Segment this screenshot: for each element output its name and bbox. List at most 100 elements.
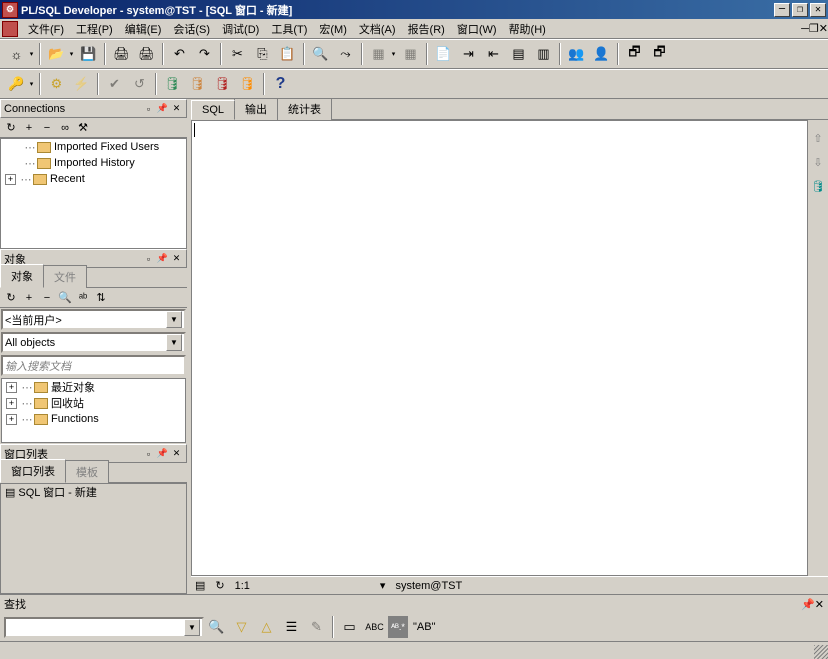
tab-output[interactable]: 输出 bbox=[234, 99, 278, 120]
find-input[interactable]: ▼ bbox=[4, 617, 204, 638]
find-clear-icon[interactable]: ✎ bbox=[305, 616, 328, 638]
find-text-icon[interactable]: ▭ bbox=[338, 616, 361, 638]
exec2-icon[interactable]: ▦ bbox=[399, 43, 422, 65]
tab-template[interactable]: 模板 bbox=[65, 460, 109, 483]
mdi-close[interactable]: ✕ bbox=[819, 22, 828, 35]
tab-file[interactable]: 文件 bbox=[43, 265, 87, 288]
obj-refresh-icon[interactable]: ↻ bbox=[2, 290, 20, 306]
gear-icon[interactable]: ⚙ bbox=[45, 73, 68, 95]
panel-pin-icon[interactable]: 📌 bbox=[156, 102, 169, 115]
key-icon[interactable]: 🔑 bbox=[5, 73, 28, 95]
menu-window[interactable]: 窗口(W) bbox=[451, 19, 503, 39]
sql-editor[interactable] bbox=[191, 120, 808, 576]
close-button[interactable]: ✕ bbox=[810, 3, 826, 17]
comment-icon[interactable]: ▤ bbox=[507, 43, 530, 65]
menu-debug[interactable]: 调试(D) bbox=[216, 19, 265, 39]
minimize-button[interactable]: ─ bbox=[774, 3, 790, 17]
connections-tree[interactable]: Imported Fixed Users Imported History +R… bbox=[0, 138, 187, 249]
session-icon[interactable]: 👥 bbox=[565, 43, 588, 65]
db-red-icon[interactable]: 🛢 bbox=[211, 73, 234, 95]
mdi-restore[interactable]: ❐ bbox=[809, 22, 819, 35]
menu-file[interactable]: 文件(F) bbox=[22, 19, 70, 39]
db-green-icon[interactable]: 🛢 bbox=[161, 73, 184, 95]
db-orange-icon[interactable]: 🛢 bbox=[236, 73, 259, 95]
new-dropdown[interactable]: ▾ bbox=[27, 43, 36, 65]
panel-close-icon[interactable]: ✕ bbox=[170, 447, 183, 460]
window-copy-icon[interactable]: 🗗 bbox=[623, 43, 646, 65]
nav-down-icon[interactable]: ⇩ bbox=[810, 154, 826, 170]
find-all-icon[interactable]: ☰ bbox=[280, 616, 303, 638]
status-refresh-icon[interactable]: ↻ bbox=[215, 579, 224, 592]
print-icon[interactable]: 🖨 bbox=[110, 43, 133, 65]
windowlist-tree[interactable]: ▤SQL 窗口 - 新建 bbox=[0, 483, 187, 594]
exec-block-icon[interactable]: ▦ bbox=[367, 43, 390, 65]
outdent-icon[interactable]: ⇤ bbox=[482, 43, 505, 65]
break-icon[interactable]: ⚡ bbox=[70, 73, 93, 95]
obj-filter-icon[interactable]: ᵃᵇ bbox=[74, 290, 92, 306]
panel-pin-icon[interactable]: 📌 bbox=[156, 447, 169, 460]
conn-remove-icon[interactable]: − bbox=[38, 120, 56, 136]
open-dropdown[interactable]: ▾ bbox=[67, 43, 76, 65]
obj-add-icon[interactable]: + bbox=[20, 290, 38, 306]
user-combo[interactable]: <当前用户>▼ bbox=[1, 309, 186, 330]
resize-grip[interactable] bbox=[814, 645, 828, 659]
find-regex-icon[interactable]: ᴬᴮ.* bbox=[388, 616, 408, 638]
conn-link-icon[interactable]: ∞ bbox=[56, 120, 74, 136]
tab-sql[interactable]: SQL bbox=[191, 100, 235, 120]
copy-icon[interactable]: ⎘ bbox=[251, 43, 274, 65]
restore-button[interactable]: ❐ bbox=[792, 3, 808, 17]
tree-item[interactable]: +回收站 bbox=[2, 395, 185, 411]
paste-icon[interactable]: 📋 bbox=[276, 43, 299, 65]
new-icon[interactable]: ☼ bbox=[5, 43, 28, 65]
find-next-icon[interactable]: 🔍 bbox=[205, 616, 228, 638]
app-config-icon[interactable]: 👤 bbox=[590, 43, 613, 65]
redo-icon[interactable]: ↷ bbox=[193, 43, 216, 65]
obj-find-icon[interactable]: 🔍 bbox=[56, 290, 74, 306]
menu-doc[interactable]: 文档(A) bbox=[353, 19, 402, 39]
tab-windowlist[interactable]: 窗口列表 bbox=[0, 459, 66, 483]
find-up-icon[interactable]: △ bbox=[255, 616, 278, 638]
panel-close-icon[interactable]: ✕ bbox=[170, 252, 183, 265]
conn-tool-icon[interactable]: ⚒ bbox=[74, 120, 92, 136]
tree-item[interactable]: +Recent bbox=[1, 171, 186, 187]
nav-up-icon[interactable]: ⇧ bbox=[810, 130, 826, 146]
tab-stats[interactable]: 统计表 bbox=[277, 99, 332, 120]
db-sql-icon[interactable]: 🛢 bbox=[186, 73, 209, 95]
db-icon[interactable]: 🛢 bbox=[810, 178, 826, 194]
menu-edit[interactable]: 编辑(E) bbox=[119, 19, 168, 39]
conn-add-icon[interactable]: + bbox=[20, 120, 38, 136]
help-icon[interactable]: ? bbox=[269, 73, 292, 95]
menu-report[interactable]: 报告(R) bbox=[402, 19, 451, 39]
findnext-icon[interactable]: ⤳ bbox=[334, 43, 357, 65]
find-down-icon[interactable]: ▽ bbox=[230, 616, 253, 638]
filter-combo[interactable]: All objects▼ bbox=[1, 332, 186, 353]
panel-close-icon[interactable]: ✕ bbox=[815, 598, 824, 611]
mdi-sys-icon[interactable] bbox=[2, 21, 18, 37]
key-dd[interactable]: ▾ bbox=[27, 73, 36, 95]
open-icon[interactable]: 📂 bbox=[45, 43, 68, 65]
find-icon[interactable]: 🔍 bbox=[309, 43, 332, 65]
menu-macro[interactable]: 宏(M) bbox=[313, 19, 353, 39]
panel-float-icon[interactable]: ▫ bbox=[142, 252, 155, 265]
commit-icon[interactable]: ✔ bbox=[103, 73, 126, 95]
panel-float-icon[interactable]: ▫ bbox=[142, 447, 155, 460]
cut-icon[interactable]: ✂ bbox=[226, 43, 249, 65]
print-setup-icon[interactable]: 🖨 bbox=[135, 43, 158, 65]
indent-icon[interactable]: ⇥ bbox=[457, 43, 480, 65]
find-abc-icon[interactable]: ABC bbox=[363, 616, 386, 638]
save-icon[interactable]: 💾 bbox=[77, 43, 100, 65]
tab-objects[interactable]: 对象 bbox=[0, 264, 44, 288]
panel-float-icon[interactable]: ▫ bbox=[142, 102, 155, 115]
obj-sort-icon[interactable]: ⇅ bbox=[92, 290, 110, 306]
undo-icon[interactable]: ↶ bbox=[168, 43, 191, 65]
menu-tools[interactable]: 工具(T) bbox=[265, 19, 313, 39]
window-new-icon[interactable]: 🗗 bbox=[648, 43, 671, 65]
menu-project[interactable]: 工程(P) bbox=[70, 19, 119, 39]
menu-help[interactable]: 帮助(H) bbox=[503, 19, 552, 39]
mdi-minimize[interactable]: ─ bbox=[801, 23, 809, 35]
tree-item[interactable]: Imported History bbox=[1, 155, 186, 171]
menu-session[interactable]: 会话(S) bbox=[167, 19, 216, 39]
panel-pin-icon[interactable]: 📌 bbox=[156, 252, 169, 265]
tree-item[interactable]: +最近对象 bbox=[2, 379, 185, 395]
objects-tree[interactable]: +最近对象 +回收站 +Functions bbox=[1, 378, 186, 443]
